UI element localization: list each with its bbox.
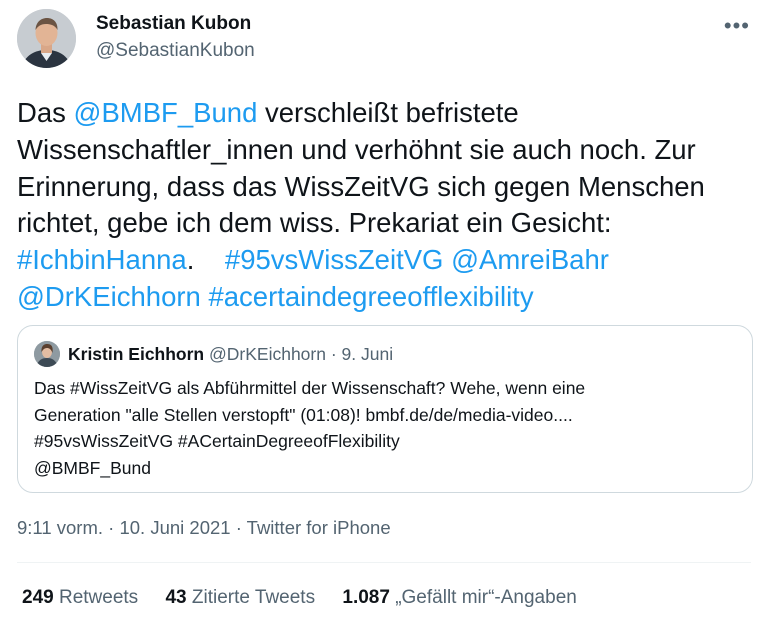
retweets-stat[interactable]: 249 Retweets — [22, 587, 138, 608]
quoted-date[interactable]: · 9. Juni — [331, 344, 393, 364]
tweet-text: Das @BMBF_Bund verschleißt befristete Wi… — [17, 95, 757, 316]
engagement-stats: 249 Retweets 43 Zitierte Tweets 1.087 „G… — [22, 587, 599, 609]
quoted-header: Kristin Eichhorn @DrKEichhorn · 9. Juni — [68, 344, 393, 365]
divider — [17, 562, 751, 563]
tweet-line-6: @DrKEichhorn #acertaindegreeofflexibilit… — [17, 279, 757, 316]
tweet-line-2: Wissenschaftler_innen und verhöhnt sie a… — [17, 133, 696, 165]
quoted-author-avatar[interactable] — [34, 341, 60, 367]
hashtag-link[interactable]: #95vsWissZeitVG — [225, 244, 444, 275]
tweet-line-3: Erinnerung, dass das WissZeitVG sich geg… — [17, 170, 705, 202]
author-name[interactable]: Sebastian Kubon — [96, 13, 251, 35]
quoted-author-handle[interactable]: @DrKEichhorn — [209, 344, 326, 364]
quoted-line: #95vsWissZeitVG #ACertainDegreeofFlexibi… — [34, 431, 400, 451]
mention-link[interactable]: @BMBF_Bund — [74, 97, 258, 128]
author-avatar[interactable] — [17, 9, 76, 68]
tweet-line-1: Das @BMBF_Bund verschleißt befristete — [17, 97, 519, 128]
mention-link[interactable]: @AmreiBahr — [451, 244, 609, 275]
hashtag-link[interactable]: #IchbinHanna — [17, 244, 187, 275]
mention-link[interactable]: @DrKEichhorn — [17, 281, 201, 312]
quoted-author-name[interactable]: Kristin Eichhorn — [68, 344, 204, 364]
hashtag-link[interactable]: #acertaindegreeofflexibility — [208, 281, 533, 312]
more-horizontal-icon[interactable]: ••• — [724, 13, 750, 39]
quoted-line: @BMBF_Bund — [34, 457, 151, 478]
quote-tweets-stat[interactable]: 43 Zitierte Tweets — [165, 587, 315, 608]
tweet-line-4: richtet, gebe ich dem wiss. Prekariat ei… — [17, 207, 612, 239]
quoted-line: Generation "alle Stellen verstopft" (01:… — [34, 404, 573, 425]
author-handle[interactable]: @SebastianKubon — [96, 40, 255, 62]
quoted-text: Das #WissZeitVG als Abführmittel der Wis… — [34, 375, 734, 481]
quoted-line: Das #WissZeitVG als Abführmittel der Wis… — [34, 378, 586, 398]
likes-stat[interactable]: 1.087 „Gefällt mir“-Angaben — [342, 587, 576, 608]
tweet-timestamp[interactable]: 9:11 vorm. · 10. Juni 2021 · Twitter for… — [17, 517, 391, 539]
tweet-line-5: #IchbinHanna. #95vsWissZeitVG @AmreiBahr — [17, 244, 609, 276]
quoted-tweet[interactable]: Kristin Eichhorn @DrKEichhorn · 9. Juni … — [17, 325, 753, 493]
